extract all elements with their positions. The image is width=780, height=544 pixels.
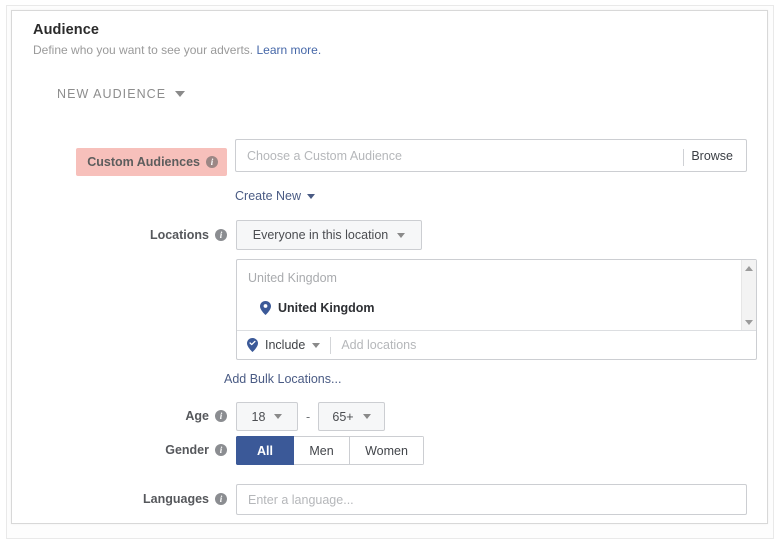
- age-max-dropdown[interactable]: 65+: [318, 402, 385, 431]
- subtitle-text: Define who you want to see your adverts.: [33, 43, 254, 57]
- age-label-text: Age: [185, 409, 209, 423]
- info-icon[interactable]: i: [215, 229, 227, 241]
- custom-audiences-label: Custom Audiences i: [76, 148, 227, 176]
- new-audience-toggle[interactable]: NEW AUDIENCE: [57, 87, 186, 101]
- chevron-down-icon: [274, 414, 283, 419]
- languages-label: Languages i: [107, 487, 227, 511]
- locations-label-text: Locations: [149, 228, 209, 242]
- add-bulk-locations-link[interactable]: Add Bulk Locations...: [224, 372, 341, 386]
- locations-list-header: United Kingdom: [248, 271, 337, 285]
- locations-picker: United Kingdom United Kingdom Include Ad…: [236, 259, 757, 360]
- chevron-down-icon: [397, 232, 406, 238]
- gender-segmented-control: All Men Women: [236, 436, 424, 465]
- map-pin-icon: [260, 301, 271, 315]
- age-min-dropdown[interactable]: 18: [236, 402, 298, 431]
- chevron-down-icon: [307, 193, 315, 199]
- include-exclude-dropdown[interactable]: Include: [237, 338, 321, 352]
- add-locations-input[interactable]: Add locations: [341, 338, 416, 352]
- info-icon[interactable]: i: [215, 493, 227, 505]
- scroll-down-arrow-icon[interactable]: [745, 320, 753, 325]
- location-scope-value: Everyone in this location: [252, 228, 389, 242]
- languages-label-text: Languages: [143, 492, 209, 506]
- location-scope-dropdown[interactable]: Everyone in this location: [236, 220, 422, 250]
- gender-option-men[interactable]: Men: [294, 436, 350, 465]
- info-icon[interactable]: i: [215, 444, 227, 456]
- audience-card: Audience Define who you want to see your…: [11, 10, 768, 524]
- age-min-value: 18: [251, 409, 266, 424]
- gender-option-women[interactable]: Women: [350, 436, 424, 465]
- locations-scrollbar[interactable]: [741, 260, 756, 331]
- create-new-audience-link[interactable]: Create New: [235, 189, 315, 203]
- gender-label-text: Gender: [165, 443, 209, 457]
- scroll-up-arrow-icon[interactable]: [745, 266, 753, 271]
- chevron-down-icon: [312, 342, 321, 348]
- gender-label: Gender i: [107, 438, 227, 462]
- new-audience-label: NEW AUDIENCE: [57, 87, 167, 101]
- browse-button[interactable]: Browse: [691, 149, 733, 163]
- create-new-label: Create New: [235, 189, 301, 203]
- custom-audience-input[interactable]: Choose a Custom Audience Browse: [235, 139, 747, 172]
- page-title: Audience: [33, 22, 100, 38]
- include-label: Include: [265, 338, 306, 352]
- custom-audience-placeholder: Choose a Custom Audience: [247, 148, 402, 163]
- map-pin-check-icon: [247, 338, 258, 352]
- chevron-down-icon: [362, 414, 371, 419]
- selected-locations-list: United Kingdom United Kingdom: [237, 260, 756, 331]
- age-label: Age i: [107, 404, 227, 428]
- chevron-down-icon: [175, 91, 186, 97]
- languages-placeholder: Enter a language...: [248, 492, 354, 507]
- screenshot-root: Audience Define who you want to see your…: [0, 0, 780, 544]
- languages-input[interactable]: Enter a language...: [236, 484, 747, 515]
- custom-audiences-label-text: Custom Audiences: [87, 155, 200, 169]
- gender-option-all[interactable]: All: [236, 436, 294, 465]
- list-item[interactable]: United Kingdom: [260, 301, 375, 315]
- locations-add-row: Include Add locations: [237, 330, 756, 359]
- list-item-label: United Kingdom: [278, 301, 375, 315]
- info-icon[interactable]: i: [206, 156, 218, 168]
- age-max-value: 65+: [332, 409, 354, 424]
- learn-more-link[interactable]: Learn more.: [256, 43, 321, 57]
- add-locations-divider: [330, 336, 332, 354]
- age-range-separator: -: [306, 410, 311, 424]
- locations-label: Locations i: [107, 223, 227, 247]
- browse-divider: [683, 149, 684, 166]
- info-icon[interactable]: i: [215, 410, 227, 422]
- page-subtitle: Define who you want to see your adverts.…: [33, 43, 321, 57]
